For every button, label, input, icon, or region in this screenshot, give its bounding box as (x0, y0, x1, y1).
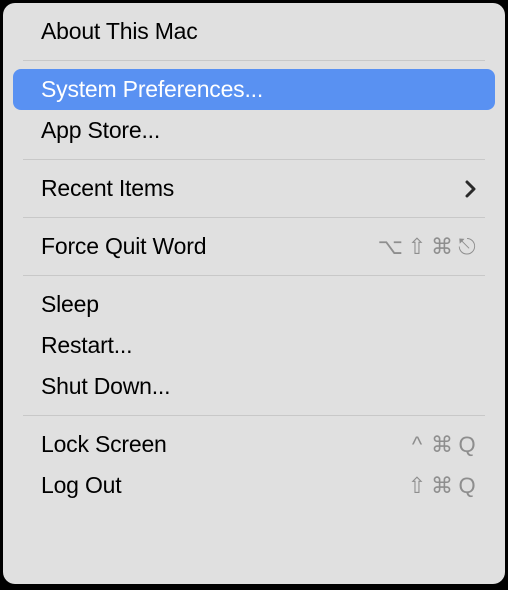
menu-item-label: App Store... (41, 117, 160, 144)
menu-item-sleep[interactable]: Sleep (13, 284, 495, 325)
menu-item-about-this-mac[interactable]: About This Mac (13, 11, 495, 52)
control-key-icon: ^ (407, 432, 427, 458)
keyboard-shortcut: ⌥ ⇧ ⌘ ⎋ (378, 234, 477, 260)
apple-menu: About This Mac System Preferences... App… (3, 3, 505, 584)
menu-item-label: Log Out (41, 472, 121, 499)
menu-separator (23, 60, 485, 61)
menu-item-label: About This Mac (41, 18, 198, 45)
menu-item-label: Recent Items (41, 175, 174, 202)
keyboard-shortcut: ⇧ ⌘ Q (407, 473, 477, 499)
q-key-icon: Q (457, 432, 477, 458)
escape-key-icon: ⎋ (457, 234, 477, 260)
menu-item-label: Force Quit Word (41, 233, 206, 260)
menu-item-label: Shut Down... (41, 373, 170, 400)
menu-item-force-quit[interactable]: Force Quit Word ⌥ ⇧ ⌘ ⎋ (13, 226, 495, 267)
menu-separator (23, 415, 485, 416)
menu-item-app-store[interactable]: App Store... (13, 110, 495, 151)
menu-item-system-preferences[interactable]: System Preferences... (13, 69, 495, 110)
shift-key-icon: ⇧ (407, 234, 427, 260)
q-key-icon: Q (457, 473, 477, 499)
menu-item-label: Restart... (41, 332, 132, 359)
menu-item-log-out[interactable]: Log Out ⇧ ⌘ Q (13, 465, 495, 506)
menu-item-label: System Preferences... (41, 76, 263, 103)
menu-separator (23, 217, 485, 218)
menu-item-label: Sleep (41, 291, 99, 318)
keyboard-shortcut: ^ ⌘ Q (407, 432, 477, 458)
chevron-right-icon (465, 179, 477, 199)
shift-key-icon: ⇧ (407, 473, 427, 499)
command-key-icon: ⌘ (431, 432, 453, 458)
menu-separator (23, 275, 485, 276)
menu-item-restart[interactable]: Restart... (13, 325, 495, 366)
command-key-icon: ⌘ (431, 234, 453, 260)
menu-item-shut-down[interactable]: Shut Down... (13, 366, 495, 407)
menu-item-recent-items[interactable]: Recent Items (13, 168, 495, 209)
option-key-icon: ⌥ (378, 234, 403, 260)
command-key-icon: ⌘ (431, 473, 453, 499)
menu-item-label: Lock Screen (41, 431, 167, 458)
menu-separator (23, 159, 485, 160)
menu-item-lock-screen[interactable]: Lock Screen ^ ⌘ Q (13, 424, 495, 465)
